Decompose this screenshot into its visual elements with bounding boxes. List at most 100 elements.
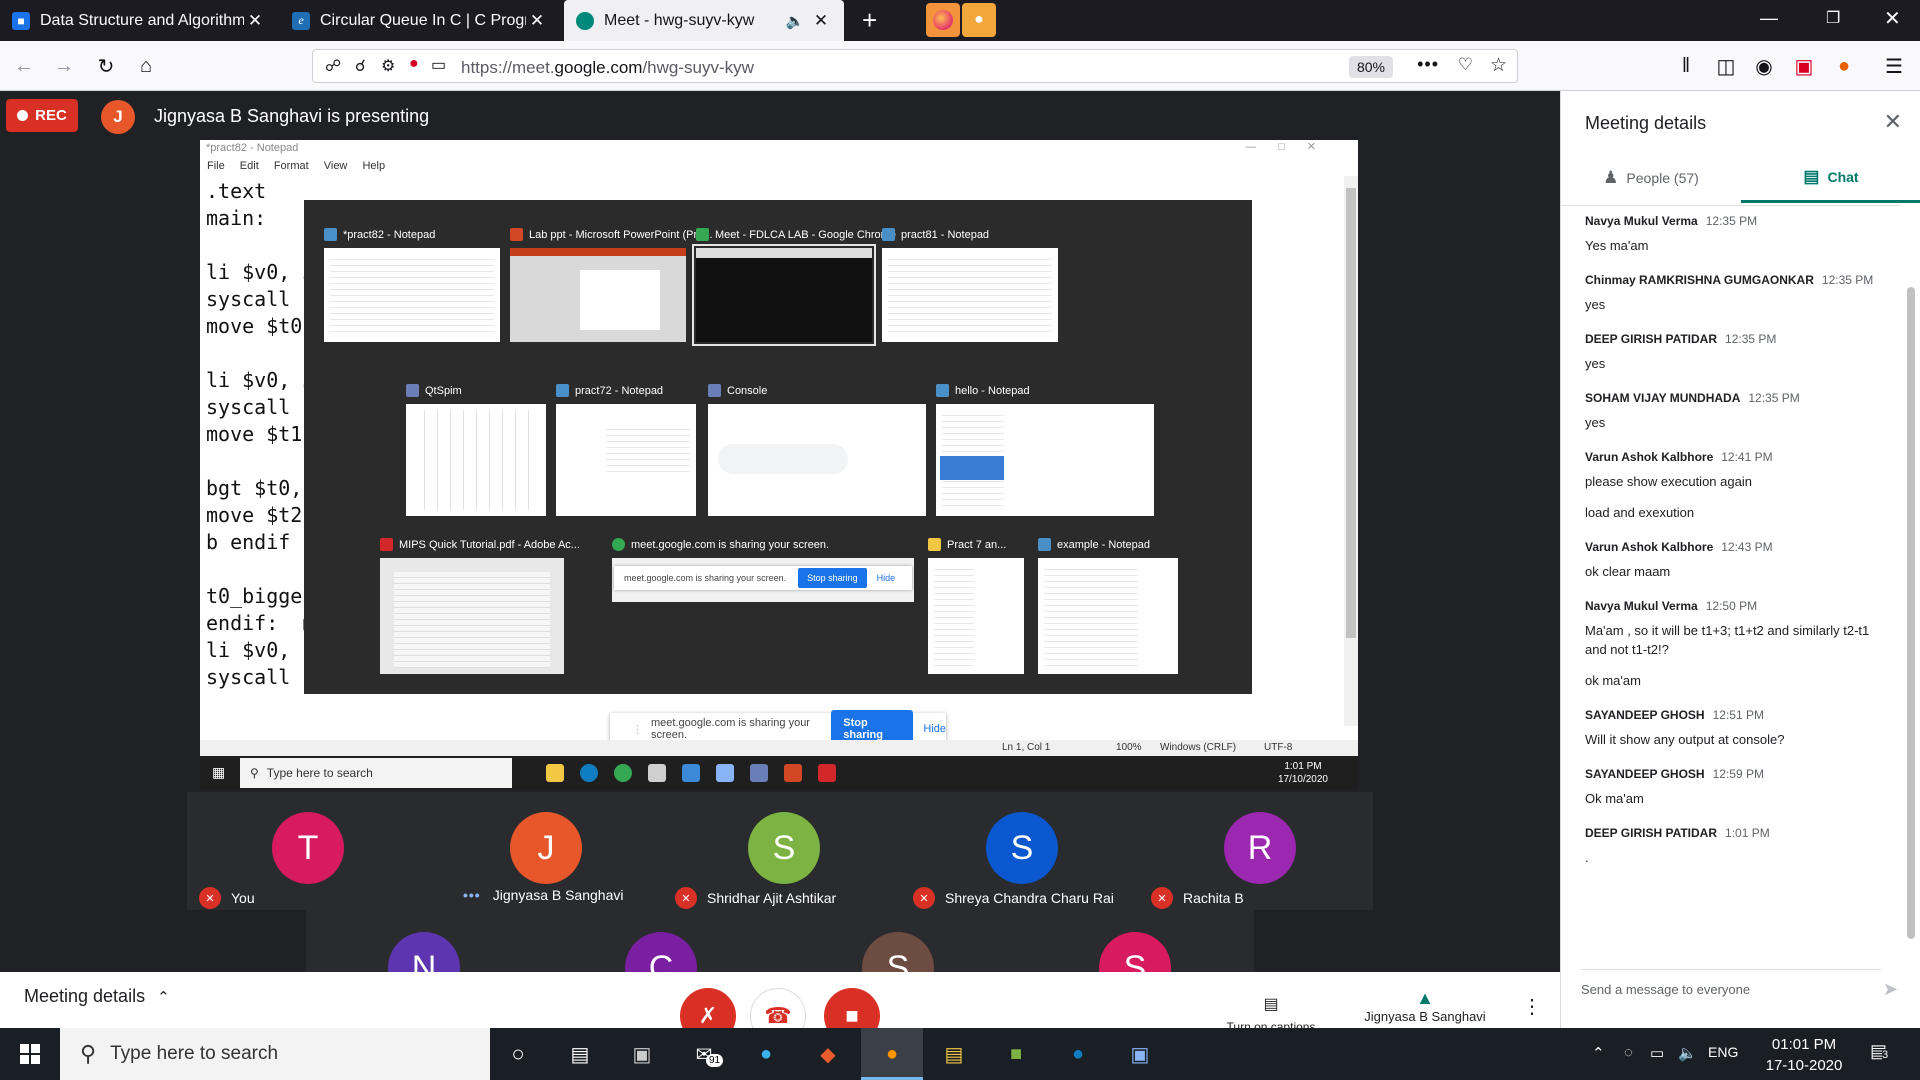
firefox-sharing-icon[interactable]: [926, 3, 960, 37]
menu-format: Format: [273, 160, 309, 172]
chat-message: Navya Mukul Verma 12:50 PM Ma'am , so it w…: [1561, 591, 1901, 700]
participant-tile[interactable]: R ✕ Rachita B: [1139, 792, 1377, 910]
chat-message: SAYANDEEP GHOSH 12:59 PM Ok ma'am: [1561, 759, 1901, 818]
home-icon[interactable]: ⌂: [130, 51, 162, 81]
rec-label: REC: [35, 107, 67, 124]
windows-taskbar: ⚲ Type here to search ○ ▤ ▣ ✉ 91 ● ◆ ● ▤ ■…: [0, 1028, 1920, 1080]
show-hidden-icons[interactable]: ⌃: [1592, 1044, 1605, 1062]
close-panel-icon[interactable]: ✕: [1884, 109, 1902, 135]
office-icon[interactable]: ◆: [812, 1038, 844, 1070]
hide-button[interactable]: Hide: [923, 723, 946, 735]
power-icon[interactable]: ▭: [1650, 1044, 1664, 1062]
close-tab-icon[interactable]: ✕: [810, 11, 832, 31]
chat-input-placeholder: Send a message to everyone: [1581, 982, 1751, 997]
screen-share-icon[interactable]: ▭: [431, 55, 446, 75]
address-bar[interactable]: ☍ ☌ ⚙ ● ▭ https://meet.google.com/hwg-su…: [312, 49, 1518, 83]
extension-colors-icon[interactable]: ●: [1828, 51, 1860, 81]
clock[interactable]: 01:01 PM 17-10-2020: [1756, 1034, 1852, 1076]
account-icon[interactable]: ◉: [1748, 51, 1780, 81]
chat-message: SAYANDEEP GHOSH 12:51 PM Will it show any …: [1561, 700, 1901, 759]
camera-off-icon: ■: [845, 1003, 859, 1028]
chat-message-header: Navya Mukul Verma 12:50 PM: [1585, 599, 1877, 613]
tab-data-structure[interactable]: ■ Data Structure and Algorithm 2 ✕: [0, 0, 278, 41]
switcher-window: MIPS Quick Tutorial.pdf - Adobe Ac...: [380, 538, 580, 674]
page-actions-icon[interactable]: •••: [1417, 54, 1439, 75]
more-options-icon[interactable]: ⋮: [1522, 994, 1542, 1019]
forward-icon[interactable]: →: [48, 51, 80, 81]
chat-scrollbar[interactable]: [1904, 209, 1918, 949]
file-explorer-icon[interactable]: ▤: [938, 1038, 970, 1070]
task-view-icon[interactable]: ▤: [564, 1038, 596, 1070]
close-window-icon[interactable]: ✕: [1884, 6, 1901, 31]
recording-badge: REC: [6, 99, 78, 132]
network-icon[interactable]: ◌: [1624, 1044, 1633, 1061]
microphone-icon[interactable]: ●: [409, 55, 419, 73]
chat-message-header: Navya Mukul Verma 12:35 PM: [1585, 214, 1877, 228]
tab-chat[interactable]: ▤ Chat: [1741, 153, 1920, 203]
clock-date: 17-10-2020: [1765, 1057, 1843, 1074]
windows-logo-icon: [20, 1044, 40, 1064]
library-icon[interactable]: ‖: [1670, 51, 1702, 81]
speaker-icon[interactable]: 🔈: [784, 12, 806, 30]
close-tab-icon[interactable]: ✕: [526, 11, 548, 31]
taskbar-search-box[interactable]: ⚲ Type here to search: [60, 1028, 490, 1080]
edge-icon[interactable]: ●: [750, 1038, 782, 1070]
lock-icon[interactable]: ☌: [355, 56, 366, 76]
qtspim-icon[interactable]: ▣: [1124, 1038, 1156, 1070]
chat-input[interactable]: Send a message to everyone: [1581, 969, 1881, 1009]
participant-tile[interactable]: T ✕ You: [187, 792, 425, 910]
tab-people[interactable]: ♟ People (57): [1561, 153, 1741, 203]
menu-icon[interactable]: ☰: [1878, 51, 1910, 81]
participant-avatar[interactable]: N: [388, 932, 460, 972]
participant-avatar[interactable]: S: [862, 932, 934, 972]
firefox-icon[interactable]: ●: [876, 1038, 908, 1070]
captions-icon: ▤: [1263, 996, 1279, 1013]
chat-text: ok ma'am: [1585, 673, 1641, 688]
notification-center-icon[interactable]: ▤ 3: [1870, 1041, 1889, 1062]
microphone-off-icon: ✗: [698, 1003, 718, 1028]
remote-search-box: ⚲ Type here to search: [240, 758, 512, 788]
permissions-icon[interactable]: ⚙: [381, 56, 395, 76]
store-icon[interactable]: ▣: [626, 1038, 658, 1070]
chat-icon: ▤: [1803, 166, 1820, 186]
tab-meet[interactable]: Meet - hwg-suyv-kyw 🔈 ✕: [564, 0, 844, 41]
tab-circular-queue[interactable]: e Circular Queue In C | C Program ✕: [280, 0, 560, 41]
participant-avatar[interactable]: S: [1099, 932, 1171, 972]
participant-avatar[interactable]: C: [625, 932, 697, 972]
volume-icon[interactable]: 🔈: [1678, 1044, 1697, 1062]
microphone-sharing-icon[interactable]: ●: [962, 3, 996, 37]
photos-icon[interactable]: ■: [1000, 1038, 1032, 1070]
drag-handle-icon[interactable]: ⋮: [632, 723, 643, 736]
chat-timestamp: 1:01 PM: [1725, 826, 1770, 840]
zoom-indicator[interactable]: 80%: [1349, 56, 1393, 78]
start-button[interactable]: [0, 1028, 60, 1080]
language-indicator[interactable]: ENG: [1708, 1044, 1738, 1060]
bookmark-star-icon[interactable]: ☆: [1490, 54, 1507, 77]
close-tab-icon[interactable]: ✕: [244, 11, 266, 31]
chat-message-header: Chinmay RAMKRISHNA GUMGAONKAR 12:35 PM: [1585, 273, 1877, 287]
participant-tile[interactable]: S ✕ Shreya Chandra Charu Rai: [901, 792, 1139, 910]
edge-legacy-icon[interactable]: ●: [1062, 1038, 1094, 1070]
sidebar-icon[interactable]: ◫: [1710, 51, 1742, 81]
meeting-details-panel: Meeting details ✕ ♟ People (57) ▤ Chat Nav…: [1560, 91, 1920, 1028]
reload-icon[interactable]: ↻: [90, 51, 122, 81]
mail-icon[interactable]: ✉ 91: [688, 1038, 724, 1070]
meeting-details-button[interactable]: Meeting details ⌃: [24, 986, 170, 1007]
switcher-window: hello - Notepad: [936, 384, 1154, 516]
cortana-icon[interactable]: ○: [502, 1038, 534, 1070]
pocket-icon[interactable]: ♡: [1458, 55, 1473, 75]
back-icon[interactable]: ←: [8, 51, 40, 81]
switcher-window: QtSpim: [406, 384, 546, 516]
shield-icon[interactable]: ☍: [325, 56, 341, 76]
new-tab-button[interactable]: +: [850, 0, 880, 41]
chat-message-header: SAYANDEEP GHOSH 12:59 PM: [1585, 767, 1877, 781]
participant-name-row: ✕ Shridhar Ajit Ashtikar: [675, 887, 836, 909]
restore-icon[interactable]: ❐: [1826, 8, 1840, 28]
extension-icon[interactable]: ▣: [1788, 51, 1820, 81]
send-icon[interactable]: ➤: [1883, 979, 1898, 1000]
minimize-icon[interactable]: —: [1760, 8, 1778, 29]
present-now-button[interactable]: ▲ Jignyasa B Sanghavi: [1364, 988, 1486, 1024]
url-text[interactable]: https://meet.google.com/hwg-suyv-kyw: [461, 58, 754, 78]
participant-tile[interactable]: J ••• Jignyasa B Sanghavi: [425, 792, 663, 910]
participant-tile[interactable]: S ✕ Shridhar Ajit Ashtikar: [663, 792, 901, 910]
